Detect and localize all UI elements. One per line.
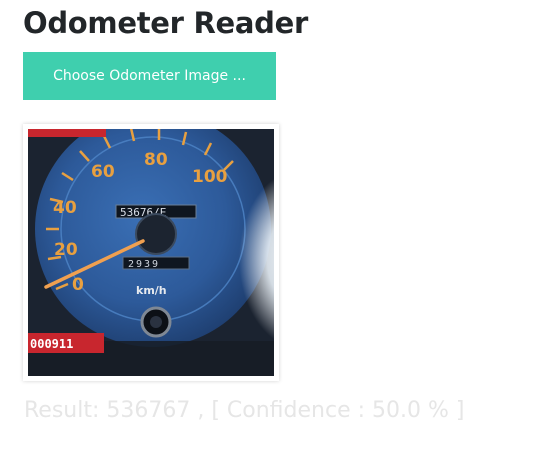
speed-label-60: 60 xyxy=(91,162,115,182)
choose-image-button-label: Choose Odometer Image ... xyxy=(53,68,246,84)
odometer-photo: 0 20 40 60 80 100 53676/E 2939 km/h xyxy=(28,129,274,376)
result-text: Result: 536767 , [ Confidence : 50.0 % ] xyxy=(24,398,465,423)
speed-label-20: 20 xyxy=(54,240,78,260)
sticker-text: 000911 xyxy=(30,337,73,351)
speed-label-80: 80 xyxy=(144,150,168,170)
needle-hub xyxy=(135,213,177,255)
choose-image-button[interactable]: Choose Odometer Image ... xyxy=(23,52,276,100)
speed-label-0: 0 xyxy=(72,275,84,295)
top-sticker xyxy=(28,129,106,137)
unit-label: km/h xyxy=(136,284,167,297)
trip-digits: 2939 xyxy=(128,259,160,270)
app-title: Odometer Reader xyxy=(23,6,308,40)
speed-label-40: 40 xyxy=(53,198,77,218)
odometer-image-preview: 0 20 40 60 80 100 53676/E 2939 km/h xyxy=(23,124,279,381)
